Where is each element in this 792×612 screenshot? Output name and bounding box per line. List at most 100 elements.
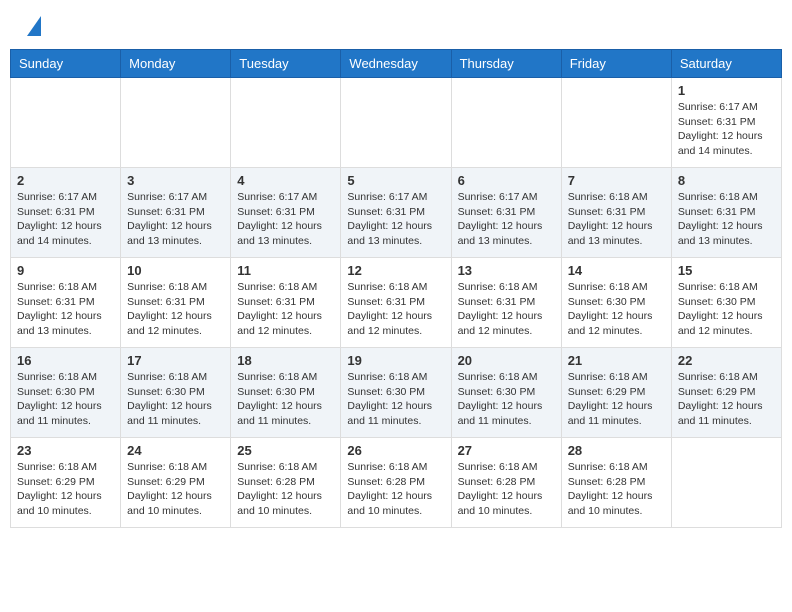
calendar-cell: 8 Sunrise: 6:18 AM Sunset: 6:31 PM Daylig… xyxy=(671,168,781,258)
day-info: Sunrise: 6:18 AM Sunset: 6:31 PM Dayligh… xyxy=(127,280,224,339)
day-info: Sunrise: 6:17 AM Sunset: 6:31 PM Dayligh… xyxy=(237,190,334,249)
day-info: Sunrise: 6:18 AM Sunset: 6:31 PM Dayligh… xyxy=(347,280,444,339)
day-number: 10 xyxy=(127,263,224,278)
col-header-thursday: Thursday xyxy=(451,50,561,78)
day-info: Sunrise: 6:18 AM Sunset: 6:31 PM Dayligh… xyxy=(458,280,555,339)
day-info: Sunrise: 6:18 AM Sunset: 6:29 PM Dayligh… xyxy=(678,370,775,429)
day-number: 4 xyxy=(237,173,334,188)
day-number: 25 xyxy=(237,443,334,458)
day-number: 28 xyxy=(568,443,665,458)
day-info: Sunrise: 6:18 AM Sunset: 6:30 PM Dayligh… xyxy=(237,370,334,429)
calendar-cell: 27 Sunrise: 6:18 AM Sunset: 6:28 PM Dayli… xyxy=(451,438,561,528)
calendar-cell: 26 Sunrise: 6:18 AM Sunset: 6:28 PM Dayli… xyxy=(341,438,451,528)
calendar-cell: 5 Sunrise: 6:17 AM Sunset: 6:31 PM Daylig… xyxy=(341,168,451,258)
day-number: 1 xyxy=(678,83,775,98)
day-info: Sunrise: 6:18 AM Sunset: 6:29 PM Dayligh… xyxy=(127,460,224,519)
calendar-cell: 15 Sunrise: 6:18 AM Sunset: 6:30 PM Dayli… xyxy=(671,258,781,348)
col-header-monday: Monday xyxy=(121,50,231,78)
day-number: 13 xyxy=(458,263,555,278)
day-info: Sunrise: 6:18 AM Sunset: 6:30 PM Dayligh… xyxy=(347,370,444,429)
calendar-cell xyxy=(231,78,341,168)
calendar-cell: 6 Sunrise: 6:17 AM Sunset: 6:31 PM Daylig… xyxy=(451,168,561,258)
page-header xyxy=(10,10,782,41)
day-info: Sunrise: 6:17 AM Sunset: 6:31 PM Dayligh… xyxy=(678,100,775,159)
calendar-cell: 2 Sunrise: 6:17 AM Sunset: 6:31 PM Daylig… xyxy=(11,168,121,258)
day-info: Sunrise: 6:18 AM Sunset: 6:31 PM Dayligh… xyxy=(237,280,334,339)
day-info: Sunrise: 6:17 AM Sunset: 6:31 PM Dayligh… xyxy=(347,190,444,249)
day-number: 3 xyxy=(127,173,224,188)
col-header-tuesday: Tuesday xyxy=(231,50,341,78)
day-number: 22 xyxy=(678,353,775,368)
calendar-week-row: 16 Sunrise: 6:18 AM Sunset: 6:30 PM Dayli… xyxy=(11,348,782,438)
day-number: 24 xyxy=(127,443,224,458)
day-info: Sunrise: 6:18 AM Sunset: 6:30 PM Dayligh… xyxy=(678,280,775,339)
calendar-cell: 13 Sunrise: 6:18 AM Sunset: 6:31 PM Dayli… xyxy=(451,258,561,348)
day-number: 21 xyxy=(568,353,665,368)
day-number: 8 xyxy=(678,173,775,188)
calendar-cell: 3 Sunrise: 6:17 AM Sunset: 6:31 PM Daylig… xyxy=(121,168,231,258)
calendar-cell: 24 Sunrise: 6:18 AM Sunset: 6:29 PM Dayli… xyxy=(121,438,231,528)
day-info: Sunrise: 6:18 AM Sunset: 6:29 PM Dayligh… xyxy=(17,460,114,519)
calendar-cell: 1 Sunrise: 6:17 AM Sunset: 6:31 PM Daylig… xyxy=(671,78,781,168)
day-number: 16 xyxy=(17,353,114,368)
col-header-wednesday: Wednesday xyxy=(341,50,451,78)
day-number: 7 xyxy=(568,173,665,188)
calendar-cell: 20Sunrise: 6:18 AM Sunset: 6:30 PM Dayli… xyxy=(451,348,561,438)
day-number: 17 xyxy=(127,353,224,368)
day-number: 12 xyxy=(347,263,444,278)
calendar-cell xyxy=(11,78,121,168)
day-number: 26 xyxy=(347,443,444,458)
calendar-cell xyxy=(341,78,451,168)
day-info: Sunrise: 6:17 AM Sunset: 6:31 PM Dayligh… xyxy=(458,190,555,249)
calendar-cell: 28 Sunrise: 6:18 AM Sunset: 6:28 PM Dayli… xyxy=(561,438,671,528)
calendar-cell: 18 Sunrise: 6:18 AM Sunset: 6:30 PM Dayli… xyxy=(231,348,341,438)
calendar-table: SundayMondayTuesdayWednesdayThursdayFrid… xyxy=(10,49,782,528)
calendar-cell: 10 Sunrise: 6:18 AM Sunset: 6:31 PM Dayli… xyxy=(121,258,231,348)
day-number: 5 xyxy=(347,173,444,188)
day-number: 9 xyxy=(17,263,114,278)
calendar-cell: 21 Sunrise: 6:18 AM Sunset: 6:29 PM Dayli… xyxy=(561,348,671,438)
day-info: Sunrise: 6:18 AM Sunset: 6:31 PM Dayligh… xyxy=(678,190,775,249)
day-info: Sunrise: 6:18 AM Sunset: 6:31 PM Dayligh… xyxy=(17,280,114,339)
calendar-cell: 4 Sunrise: 6:17 AM Sunset: 6:31 PM Daylig… xyxy=(231,168,341,258)
calendar-week-row: 2 Sunrise: 6:17 AM Sunset: 6:31 PM Daylig… xyxy=(11,168,782,258)
day-number: 27 xyxy=(458,443,555,458)
day-info: Sunrise: 6:18 AM Sunset: 6:30 PM Dayligh… xyxy=(17,370,114,429)
day-info: Sunrise: 6:18 AM Sunset: 6:28 PM Dayligh… xyxy=(458,460,555,519)
day-info: Sunrise: 6:18 AM Sunset: 6:29 PM Dayligh… xyxy=(568,370,665,429)
day-number: 19 xyxy=(347,353,444,368)
day-number: 6 xyxy=(458,173,555,188)
day-info: Sunrise: 6:18 AM Sunset: 6:28 PM Dayligh… xyxy=(347,460,444,519)
calendar-header-row: SundayMondayTuesdayWednesdayThursdayFrid… xyxy=(11,50,782,78)
calendar-cell: 23 Sunrise: 6:18 AM Sunset: 6:29 PM Dayli… xyxy=(11,438,121,528)
day-info: Sunrise: 6:17 AM Sunset: 6:31 PM Dayligh… xyxy=(127,190,224,249)
day-info: Sunrise: 6:18 AM Sunset: 6:30 PM Dayligh… xyxy=(127,370,224,429)
day-info: Sunrise: 6:18 AM Sunset: 6:30 PM Dayligh… xyxy=(568,280,665,339)
calendar-cell: 19 Sunrise: 6:18 AM Sunset: 6:30 PM Dayli… xyxy=(341,348,451,438)
col-header-friday: Friday xyxy=(561,50,671,78)
calendar-cell xyxy=(561,78,671,168)
calendar-cell: 17 Sunrise: 6:18 AM Sunset: 6:30 PM Dayli… xyxy=(121,348,231,438)
logo xyxy=(25,20,41,36)
calendar-cell: 16 Sunrise: 6:18 AM Sunset: 6:30 PM Dayli… xyxy=(11,348,121,438)
calendar-cell xyxy=(121,78,231,168)
day-info: Sunrise: 6:18 AM Sunset: 6:28 PM Dayligh… xyxy=(237,460,334,519)
day-number: 2 xyxy=(17,173,114,188)
calendar-week-row: 23 Sunrise: 6:18 AM Sunset: 6:29 PM Dayli… xyxy=(11,438,782,528)
col-header-sunday: Sunday xyxy=(11,50,121,78)
day-number: 18 xyxy=(237,353,334,368)
day-number: 11 xyxy=(237,263,334,278)
calendar-week-row: 1 Sunrise: 6:17 AM Sunset: 6:31 PM Daylig… xyxy=(11,78,782,168)
day-number: 23 xyxy=(17,443,114,458)
calendar-cell: 12 Sunrise: 6:18 AM Sunset: 6:31 PM Dayli… xyxy=(341,258,451,348)
day-info: Sunrise: 6:17 AM Sunset: 6:31 PM Dayligh… xyxy=(17,190,114,249)
day-info: Sunrise: 6:18 AM Sunset: 6:28 PM Dayligh… xyxy=(568,460,665,519)
day-number: 14 xyxy=(568,263,665,278)
logo-arrow-icon xyxy=(27,16,41,36)
calendar-cell: 22 Sunrise: 6:18 AM Sunset: 6:29 PM Dayli… xyxy=(671,348,781,438)
day-number: 15 xyxy=(678,263,775,278)
calendar-cell: 25 Sunrise: 6:18 AM Sunset: 6:28 PM Dayli… xyxy=(231,438,341,528)
calendar-cell xyxy=(671,438,781,528)
day-info: Sunrise: 6:18 AM Sunset: 6:31 PM Dayligh… xyxy=(568,190,665,249)
calendar-cell: 9 Sunrise: 6:18 AM Sunset: 6:31 PM Daylig… xyxy=(11,258,121,348)
